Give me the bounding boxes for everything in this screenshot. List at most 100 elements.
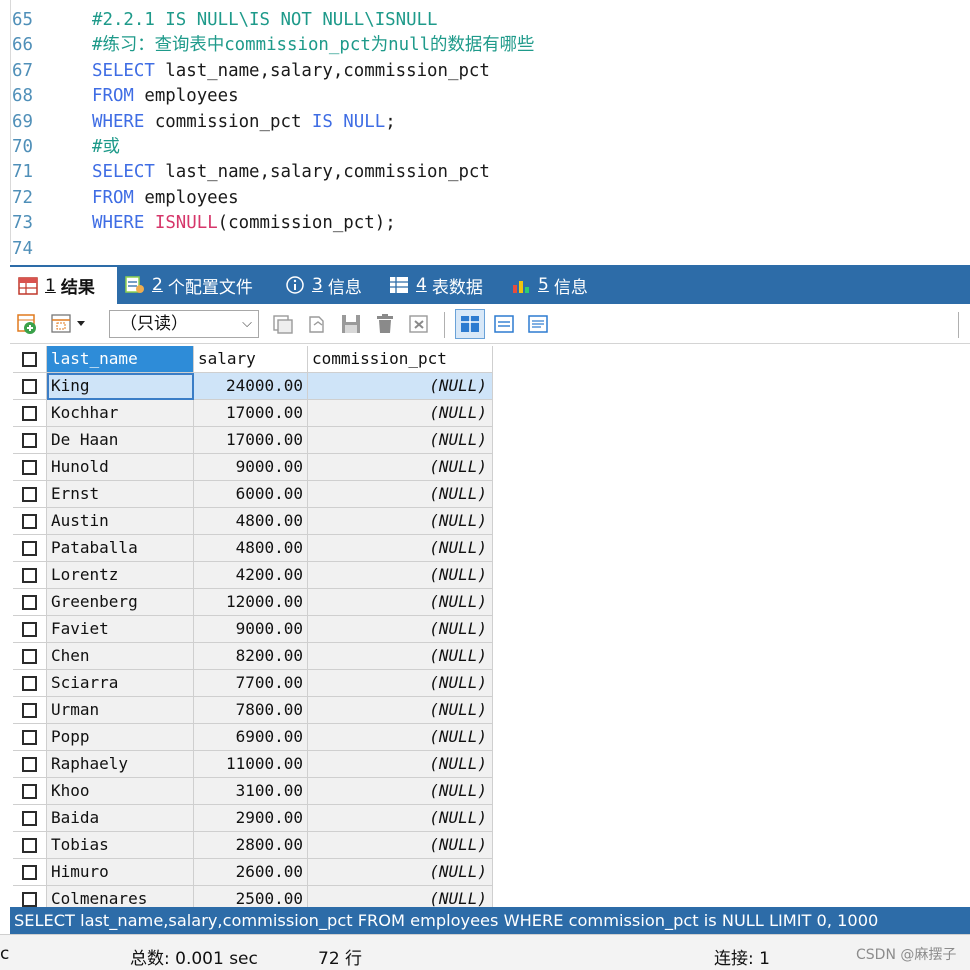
- cell-commission-pct[interactable]: (NULL): [308, 643, 493, 670]
- cell-last-name[interactable]: Himuro: [47, 859, 194, 886]
- cell-last-name[interactable]: Urman: [47, 697, 194, 724]
- code-line[interactable]: 68 FROM employees: [0, 83, 970, 109]
- row-checkbox[interactable]: [13, 508, 47, 535]
- code-line[interactable]: 74: [0, 236, 970, 262]
- cell-last-name[interactable]: Kochhar: [47, 400, 194, 427]
- delete-icon[interactable]: [374, 313, 396, 335]
- cell-salary[interactable]: 3100.00: [194, 778, 308, 805]
- cell-last-name[interactable]: Khoo: [47, 778, 194, 805]
- cell-salary[interactable]: 8200.00: [194, 643, 308, 670]
- cell-commission-pct[interactable]: (NULL): [308, 427, 493, 454]
- cell-last-name[interactable]: Colmenares: [47, 886, 194, 907]
- row-checkbox[interactable]: [13, 481, 47, 508]
- row-checkbox[interactable]: [13, 589, 47, 616]
- cell-commission-pct[interactable]: (NULL): [308, 508, 493, 535]
- form-view-icon[interactable]: [493, 313, 515, 335]
- code-line[interactable]: 70 #或: [0, 134, 970, 160]
- cell-last-name[interactable]: Lorentz: [47, 562, 194, 589]
- add-row-icon[interactable]: [16, 313, 38, 335]
- cell-last-name[interactable]: Chen: [47, 643, 194, 670]
- cell-salary[interactable]: 2800.00: [194, 832, 308, 859]
- cell-salary[interactable]: 24000.00: [194, 373, 308, 400]
- select-all-checkbox[interactable]: [13, 346, 47, 373]
- cell-salary[interactable]: 2600.00: [194, 859, 308, 886]
- tab-table-data[interactable]: 4 表数据: [389, 269, 483, 301]
- row-checkbox[interactable]: [13, 832, 47, 859]
- cell-commission-pct[interactable]: (NULL): [308, 562, 493, 589]
- cell-commission-pct[interactable]: (NULL): [308, 751, 493, 778]
- cell-commission-pct[interactable]: (NULL): [308, 697, 493, 724]
- column-header-salary[interactable]: salary: [194, 346, 308, 373]
- cell-salary[interactable]: 6000.00: [194, 481, 308, 508]
- row-checkbox[interactable]: [13, 805, 47, 832]
- cell-last-name[interactable]: Raphaely: [47, 751, 194, 778]
- cell-salary[interactable]: 4800.00: [194, 508, 308, 535]
- cell-salary[interactable]: 7700.00: [194, 670, 308, 697]
- cell-commission-pct[interactable]: (NULL): [308, 778, 493, 805]
- cell-commission-pct[interactable]: (NULL): [308, 832, 493, 859]
- cell-commission-pct[interactable]: (NULL): [308, 589, 493, 616]
- cell-last-name[interactable]: Faviet: [47, 616, 194, 643]
- cell-commission-pct[interactable]: (NULL): [308, 886, 493, 907]
- cell-commission-pct[interactable]: (NULL): [308, 616, 493, 643]
- cell-commission-pct[interactable]: (NULL): [308, 481, 493, 508]
- edit-mode-select[interactable]: （只读） ⌵: [109, 310, 259, 338]
- code-line[interactable]: 66 #练习：查询表中commission_pct为null的数据有哪些: [0, 32, 970, 58]
- cell-salary[interactable]: 17000.00: [194, 427, 308, 454]
- row-checkbox[interactable]: [13, 886, 47, 907]
- tab-profile[interactable]: 2 个配置文件: [125, 269, 253, 301]
- cell-salary[interactable]: 9000.00: [194, 616, 308, 643]
- row-checkbox[interactable]: [13, 751, 47, 778]
- column-header-commission-pct[interactable]: commission_pct: [308, 346, 493, 373]
- cell-last-name[interactable]: Popp: [47, 724, 194, 751]
- row-checkbox[interactable]: [13, 670, 47, 697]
- cell-salary[interactable]: 12000.00: [194, 589, 308, 616]
- row-checkbox[interactable]: [13, 778, 47, 805]
- row-checkbox[interactable]: [13, 562, 47, 589]
- row-checkbox[interactable]: [13, 724, 47, 751]
- cell-commission-pct[interactable]: (NULL): [308, 535, 493, 562]
- row-checkbox[interactable]: [13, 697, 47, 724]
- table-dropdown-icon[interactable]: [50, 313, 90, 335]
- code-line[interactable]: 71 SELECT last_name,salary,commission_pct: [0, 159, 970, 185]
- cell-last-name[interactable]: Sciarra: [47, 670, 194, 697]
- cell-salary[interactable]: 2500.00: [194, 886, 308, 907]
- cell-last-name[interactable]: Greenberg: [47, 589, 194, 616]
- cell-last-name[interactable]: Baida: [47, 805, 194, 832]
- duplicate-icon[interactable]: [272, 313, 294, 335]
- cell-last-name[interactable]: Tobias: [47, 832, 194, 859]
- copy-icon[interactable]: [306, 313, 328, 335]
- cell-salary[interactable]: 9000.00: [194, 454, 308, 481]
- cell-salary[interactable]: 11000.00: [194, 751, 308, 778]
- refresh-icon[interactable]: [408, 313, 430, 335]
- code-line[interactable]: 73 WHERE ISNULL(commission_pct);: [0, 210, 970, 236]
- cell-last-name[interactable]: De Haan: [47, 427, 194, 454]
- cell-commission-pct[interactable]: (NULL): [308, 859, 493, 886]
- row-checkbox[interactable]: [13, 454, 47, 481]
- cell-salary[interactable]: 4200.00: [194, 562, 308, 589]
- grid-view-icon[interactable]: [455, 309, 485, 339]
- result-grid[interactable]: last_name salary commission_pct King 2400…: [10, 344, 970, 907]
- row-checkbox[interactable]: [13, 643, 47, 670]
- save-icon[interactable]: [340, 313, 362, 335]
- tab-result[interactable]: 1 结果: [10, 267, 117, 304]
- cell-commission-pct[interactable]: (NULL): [308, 373, 493, 400]
- code-line[interactable]: 65 #2.2.1 IS NULL\IS NOT NULL\ISNULL: [0, 7, 970, 33]
- row-checkbox[interactable]: [13, 535, 47, 562]
- cell-last-name[interactable]: Hunold: [47, 454, 194, 481]
- cell-last-name[interactable]: Ernst: [47, 481, 194, 508]
- cell-salary[interactable]: 4800.00: [194, 535, 308, 562]
- cell-commission-pct[interactable]: (NULL): [308, 724, 493, 751]
- text-view-icon[interactable]: [527, 313, 549, 335]
- row-checkbox[interactable]: [13, 859, 47, 886]
- cell-last-name[interactable]: Austin: [47, 508, 194, 535]
- code-line[interactable]: 72 FROM employees: [0, 185, 970, 211]
- row-checkbox[interactable]: [13, 373, 47, 400]
- cell-last-name[interactable]: King: [47, 373, 194, 400]
- cell-commission-pct[interactable]: (NULL): [308, 805, 493, 832]
- row-checkbox[interactable]: [13, 616, 47, 643]
- tab-info[interactable]: 3 信息: [285, 269, 362, 301]
- cell-salary[interactable]: 7800.00: [194, 697, 308, 724]
- code-line[interactable]: 69 WHERE commission_pct IS NULL;: [0, 109, 970, 135]
- cell-commission-pct[interactable]: (NULL): [308, 400, 493, 427]
